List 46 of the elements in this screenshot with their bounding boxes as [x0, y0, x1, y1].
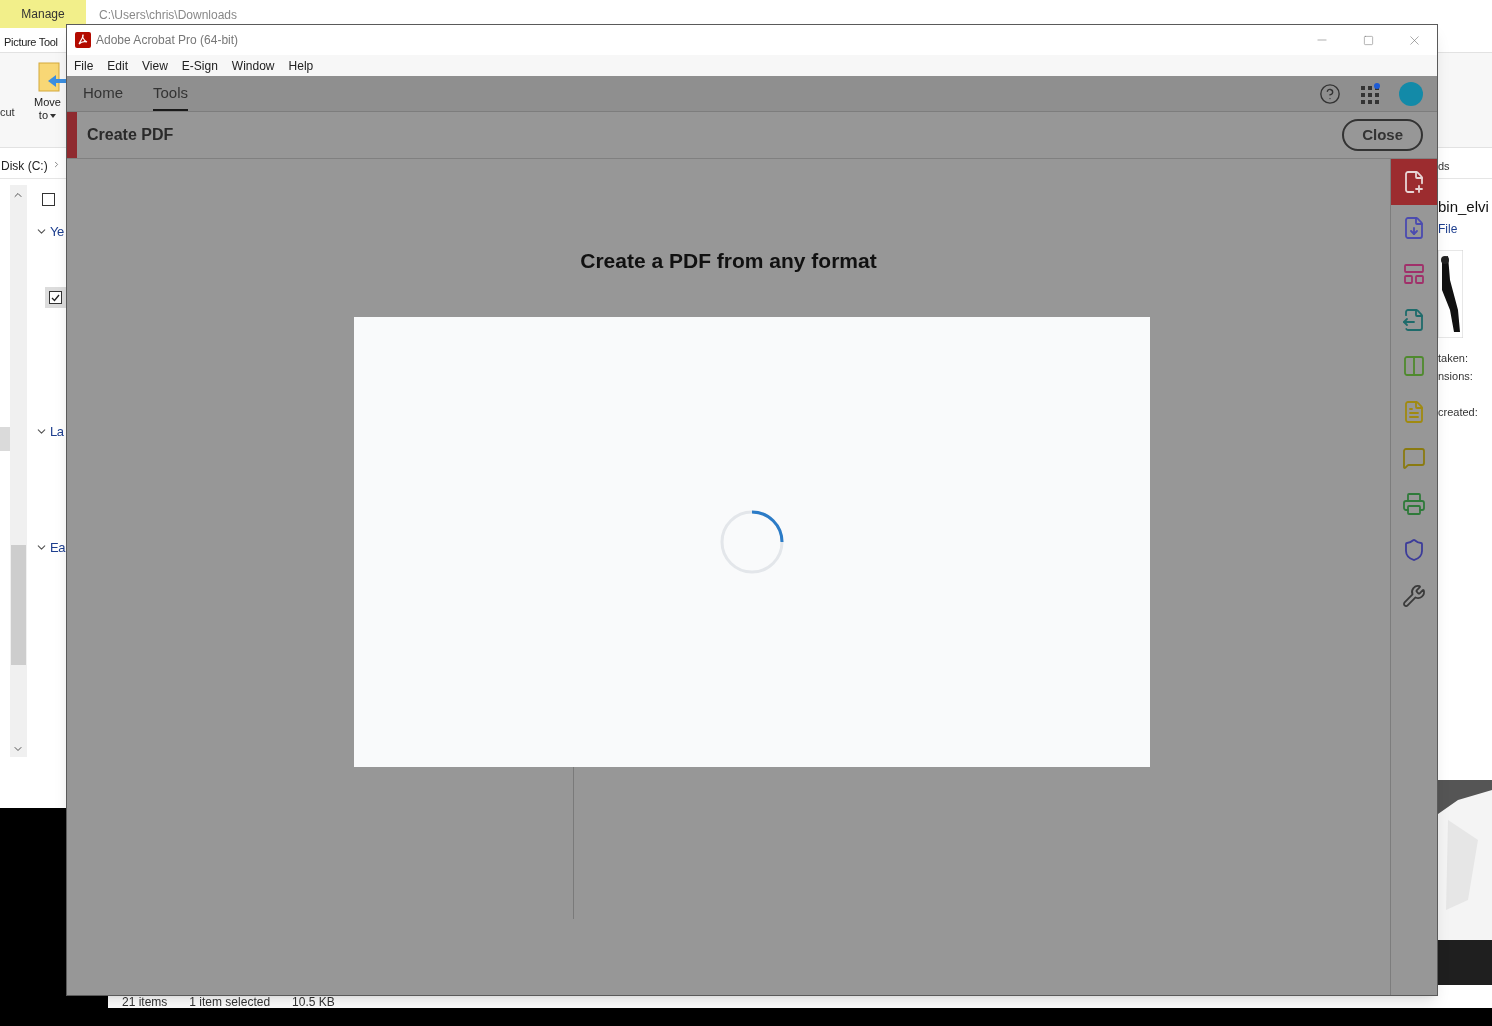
check-icon: [51, 293, 60, 302]
details-header: ds: [1438, 159, 1450, 174]
file-type: File: [1438, 221, 1458, 238]
accent-bar: [67, 112, 77, 158]
nav-tab[interactable]: Home: [83, 76, 123, 111]
chevron-icon: [52, 160, 61, 169]
file-name: bin_elvi: [1438, 197, 1489, 217]
move-to-button[interactable]: Move to: [34, 96, 61, 122]
nav-tab[interactable]: Tools: [153, 76, 189, 111]
menu-item[interactable]: Edit: [107, 56, 129, 75]
property-label: taken:: [1438, 351, 1468, 366]
ribbon-tab[interactable]: Picture Tool: [4, 34, 58, 51]
maximize-icon: [1362, 34, 1374, 46]
folder-icon: [38, 62, 66, 92]
status-text: 21 items: [122, 996, 168, 1008]
group-header[interactable]: Ea: [50, 538, 65, 558]
menu-item[interactable]: E-Sign: [181, 56, 218, 75]
checkbox[interactable]: [42, 193, 55, 206]
apps-grid-icon[interactable]: [1359, 82, 1381, 105]
caret-icon: [50, 113, 57, 118]
breadcrumb[interactable]: Disk (C:): [1, 157, 48, 175]
menu-item[interactable]: View: [142, 56, 168, 75]
ribbon-tab[interactable]: Manage: [0, 0, 86, 28]
help-icon[interactable]: [1319, 82, 1341, 105]
app-logo-icon: [75, 32, 91, 48]
scrollbar[interactable]: [10, 185, 27, 757]
avatar[interactable]: [1399, 81, 1423, 106]
property-label: nsions:: [1438, 369, 1473, 384]
folder-path: C:\Users\chris\Downloads: [99, 7, 238, 24]
window-title: Adobe Acrobat Pro (64-bit): [96, 32, 239, 49]
group-header[interactable]: La: [50, 422, 64, 442]
scrollbar-thumb[interactable]: [11, 545, 26, 665]
property-label: created:: [1438, 405, 1478, 420]
status-text: 1 item selected: [189, 996, 271, 1008]
scrollbar-thumb[interactable]: [0, 427, 10, 451]
tool-title: Create PDF: [87, 125, 174, 145]
group-header[interactable]: Ye: [50, 222, 64, 242]
ribbon-label[interactable]: cut: [0, 104, 15, 121]
tool-button[interactable]: [1391, 159, 1437, 205]
heading: Create a PDF from any format: [580, 248, 877, 274]
menu-item[interactable]: Help: [288, 56, 314, 75]
status-text: 10.5 KB: [292, 996, 335, 1008]
loading-spinner: [719, 508, 785, 575]
menu-item[interactable]: File: [74, 56, 94, 75]
close-tool-button[interactable]: Close: [1342, 119, 1423, 151]
menu-item[interactable]: Window: [231, 56, 275, 75]
